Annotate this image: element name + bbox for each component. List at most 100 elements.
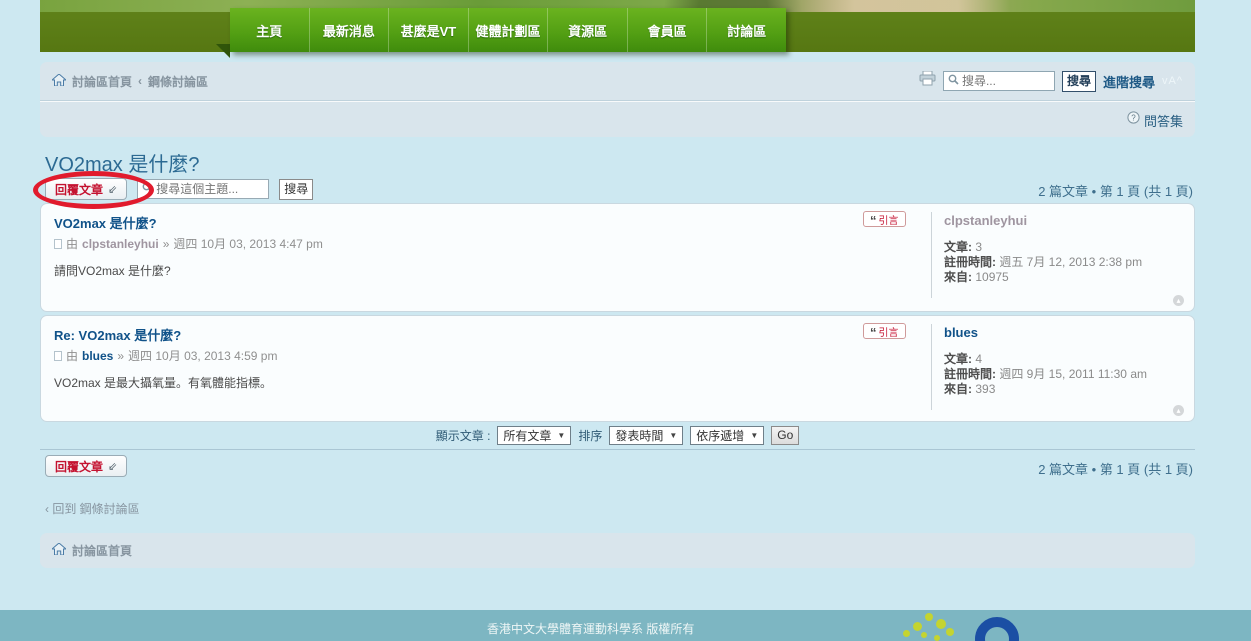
font-size-widget[interactable]: vA^ <box>1162 75 1183 87</box>
sort-field-select[interactable]: 發表時間 ▼ <box>609 426 683 445</box>
post-2: Re: VO2max 是什麼? 由 blues » 週四 10月 03, 201… <box>40 315 1195 422</box>
nav-item-news[interactable]: 最新消息 <box>309 8 389 52</box>
back-to-forum-link[interactable]: ‹ 回到 鋼條討論區 <box>45 500 140 517</box>
sort-label: 排序 <box>578 427 602 444</box>
profile-divider <box>931 212 932 298</box>
go-button[interactable]: Go <box>771 426 799 445</box>
nav-item-resources[interactable]: 資源區 <box>547 8 627 52</box>
reply-arrow-icon: ⇙ <box>108 460 117 473</box>
faq-row: ? 問答集 <box>40 103 1195 137</box>
profile-joined-label: 註冊時間: <box>944 255 996 269</box>
chevron-down-icon: ▼ <box>557 431 565 440</box>
magnifier-icon <box>142 180 153 198</box>
page: 主頁 最新消息 甚麼是VT 健體計劃區 資源區 會員區 討論區 討論區首頁 ‹ … <box>0 0 1251 641</box>
post-date: 週四 10月 03, 2013 4:59 pm <box>128 347 277 364</box>
scroll-top-icon[interactable]: ▴ <box>1173 405 1184 416</box>
reply-button-label: 回覆文章 <box>55 458 103 475</box>
keyword-search-button[interactable]: 搜尋 <box>1062 71 1096 92</box>
post-date: 週四 10月 03, 2013 4:47 pm <box>173 235 322 252</box>
post-title-link[interactable]: VO2max 是什麼? <box>54 213 157 232</box>
breadcrumb-forum-link[interactable]: 鋼條討論區 <box>148 73 208 90</box>
profile-from-value: 10975 <box>975 270 1008 284</box>
scroll-top-icon[interactable]: ▴ <box>1173 295 1184 306</box>
profile-from-label: 來自: <box>944 382 972 396</box>
section-divider <box>40 449 1195 450</box>
quote-button[interactable]: “ 引言 <box>863 211 906 227</box>
post-content: 請問VO2max 是什麼? <box>54 262 171 279</box>
magnifier-icon <box>948 72 959 90</box>
byline-by-label: 由 <box>66 347 78 364</box>
topic-search-input[interactable] <box>156 182 264 196</box>
keyword-search-input[interactable] <box>962 74 1050 88</box>
profile-username[interactable]: clpstanleyhui <box>944 213 1204 228</box>
author-profile: clpstanleyhui 文章: 3 註冊時間: 週五 7月 12, 2013… <box>944 213 1204 285</box>
byline-arrow: » <box>163 237 170 251</box>
profile-joined-value: 週五 7月 12, 2013 2:38 pm <box>999 255 1142 269</box>
topic-search-box <box>137 179 269 199</box>
posts-filter-select[interactable]: 所有文章 ▼ <box>497 426 571 445</box>
pagination-top: 2 篇文章 • 第 1 頁 (共 1 頁) <box>1038 181 1193 200</box>
profile-posts-count[interactable]: 3 <box>975 240 982 254</box>
reply-button-label: 回覆文章 <box>55 181 103 198</box>
main-nav: 主頁 最新消息 甚麼是VT 健體計劃區 資源區 會員區 討論區 <box>230 8 786 52</box>
profile-divider <box>931 324 932 410</box>
header-tools: 搜尋 進階搜尋 vA^ <box>919 71 1183 92</box>
question-circle-icon: ? <box>1127 111 1140 129</box>
profile-from-value: 393 <box>975 382 995 396</box>
post-content: VO2max 是最大攝氧量。有氧體能指標。 <box>54 374 272 391</box>
keyword-search-box <box>943 71 1055 91</box>
footer-breadcrumb-panel: 討論區首頁 <box>40 533 1195 568</box>
profile-posts-count[interactable]: 4 <box>975 352 982 366</box>
author-link[interactable]: blues <box>82 349 113 363</box>
display-options-row: 顯示文章 : 所有文章 ▼ 排序 發表時間 ▼ 依序遞增 ▼ Go <box>40 424 1195 446</box>
nav-item-what-is-vt[interactable]: 甚麼是VT <box>388 8 468 52</box>
post-title-link[interactable]: Re: VO2max 是什麼? <box>54 325 181 344</box>
post-doc-icon <box>54 351 62 361</box>
svg-text:?: ? <box>1131 113 1136 122</box>
breadcrumb-row: 討論區首頁 ‹ 鋼條討論區 搜尋 進階搜尋 vA^ <box>40 62 1195 101</box>
topic-controls: 回覆文章 ⇙ 搜尋 <box>45 178 313 200</box>
chevron-down-icon: ▼ <box>750 431 758 440</box>
byline-arrow: » <box>117 349 124 363</box>
quote-button-label: 引言 <box>879 212 899 227</box>
home-icon <box>52 543 66 558</box>
sort-direction-value: 依序遞增 <box>696 427 744 444</box>
copyright-text: 香港中文大學體育運動科學系 版權所有 <box>487 620 694 637</box>
pagination-bottom: 2 篇文章 • 第 1 頁 (共 1 頁) <box>1038 459 1193 478</box>
breadcrumb: 討論區首頁 ‹ 鋼條討論區 <box>52 73 208 90</box>
display-posts-label: 顯示文章 : <box>436 427 491 444</box>
nav-item-home[interactable]: 主頁 <box>230 8 309 52</box>
post-doc-icon <box>54 239 62 249</box>
print-icon[interactable] <box>919 71 936 91</box>
topic-search-button[interactable]: 搜尋 <box>279 179 313 200</box>
footer-home-link[interactable]: 討論區首頁 <box>72 542 132 559</box>
menu-fold-decoration <box>216 44 230 58</box>
post-byline: 由 clpstanleyhui » 週四 10月 03, 2013 4:47 p… <box>54 235 323 252</box>
post-byline: 由 blues » 週四 10月 03, 2013 4:59 pm <box>54 347 277 364</box>
topic-title[interactable]: VO2max 是什麼? <box>45 148 199 177</box>
author-link[interactable]: clpstanleyhui <box>82 237 159 251</box>
nav-item-members[interactable]: 會員區 <box>627 8 707 52</box>
quote-mark-icon: “ <box>870 216 877 226</box>
quote-button[interactable]: “ 引言 <box>863 323 906 339</box>
quote-mark-icon: “ <box>870 328 877 338</box>
faq-link[interactable]: 問答集 <box>1144 111 1183 130</box>
advanced-search-link[interactable]: 進階搜尋 <box>1103 72 1155 91</box>
sort-direction-select[interactable]: 依序遞增 ▼ <box>690 426 764 445</box>
home-icon <box>52 74 66 89</box>
profile-username[interactable]: blues <box>944 325 1204 340</box>
profile-joined-value: 週四 9月 15, 2011 11:30 am <box>999 367 1147 381</box>
breadcrumb-panel: 討論區首頁 ‹ 鋼條討論區 搜尋 進階搜尋 vA^ <box>40 62 1195 137</box>
reply-button-bottom[interactable]: 回覆文章 ⇙ <box>45 455 127 477</box>
author-profile: blues 文章: 4 註冊時間: 週四 9月 15, 2011 11:30 a… <box>944 325 1204 397</box>
breadcrumb-home-link[interactable]: 討論區首頁 <box>72 73 132 90</box>
profile-from-label: 來自: <box>944 270 972 284</box>
reply-button-top[interactable]: 回覆文章 ⇙ <box>45 178 127 200</box>
nav-item-fitness-plan[interactable]: 健體計劃區 <box>468 8 548 52</box>
breadcrumb-separator: ‹ <box>138 74 142 88</box>
profile-posts-label: 文章: <box>944 240 972 254</box>
byline-by-label: 由 <box>66 235 78 252</box>
quote-button-label: 引言 <box>879 324 899 339</box>
nav-item-forum[interactable]: 討論區 <box>706 8 786 52</box>
footer: 香港中文大學體育運動科學系 版權所有 <box>0 610 1251 641</box>
